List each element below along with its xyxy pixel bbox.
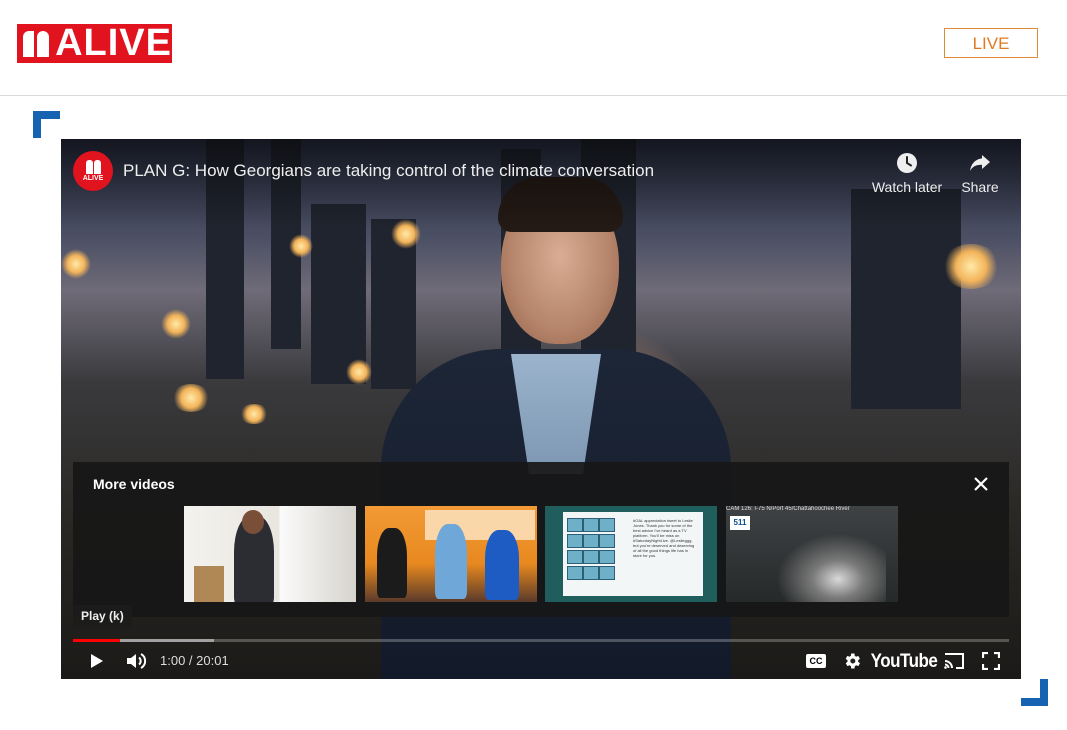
thumbnail-podium <box>194 566 224 602</box>
current-time: 1:00 <box>160 653 186 668</box>
thumbnail-grid-cell <box>567 550 583 564</box>
street-light <box>941 244 1001 289</box>
thumbnail-grid-cell <box>599 534 615 548</box>
corner-decoration-bottom-right <box>1021 679 1048 706</box>
watch-later-button[interactable]: Watch later <box>867 151 947 195</box>
street-light <box>161 309 191 339</box>
thumbnail-tweet-card: #OAL appreciation tweet to Leslie Jones.… <box>563 512 703 596</box>
captions-button[interactable]: CC <box>804 648 828 674</box>
thumbnail-camera-label: CAM 126: I-75 N/Port 45/Chattahoochee Ri… <box>726 506 850 512</box>
youtube-logo-button[interactable]: YouTube <box>871 648 938 674</box>
thumbnail-figure <box>485 530 519 600</box>
youtube-logo: YouTube <box>870 649 938 672</box>
thumbnail-grid-cell <box>583 550 599 564</box>
corner-decoration-top-left <box>33 111 60 138</box>
mute-button[interactable] <box>122 648 150 674</box>
street-light <box>346 359 372 385</box>
thumbnail-grid-cell <box>567 518 583 532</box>
close-icon[interactable] <box>969 472 993 496</box>
logo-mark-icon <box>21 28 53 59</box>
thumbnail-tweet-text: #OAL appreciation tweet to Leslie Jones.… <box>633 518 695 558</box>
progress-bar[interactable] <box>73 639 1009 642</box>
play-icon <box>91 654 103 668</box>
video-thumbnail[interactable]: CAM 126: I-75 N/Port 45/Chattahoochee Ri… <box>726 506 898 602</box>
thumbnail-grid-cell <box>599 518 615 532</box>
street-light <box>289 234 313 258</box>
more-videos-panel: More videos #OAL appreciation tweet to L… <box>73 462 1009 617</box>
channel-logo-mark-icon <box>84 159 102 174</box>
thumbnail-grid-cell <box>599 550 615 564</box>
thumbnail-511-logo: 511 <box>730 516 750 530</box>
cast-icon <box>944 653 964 669</box>
thumbnail-grid-cell <box>567 534 583 548</box>
thumbnail-figure <box>435 524 467 599</box>
thumbnail-traffic-lanes <box>766 526 886 602</box>
clock-icon <box>897 153 917 173</box>
thumbnail-figure-head <box>242 510 264 534</box>
video-title[interactable]: PLAN G: How Georgians are taking control… <box>123 161 654 181</box>
progress-played <box>73 639 120 642</box>
fullscreen-button[interactable] <box>979 648 1003 674</box>
thumbnail-grid-cell <box>583 518 599 532</box>
street-light <box>239 404 269 424</box>
live-button[interactable]: LIVE <box>944 28 1038 58</box>
thumbnail-grid-cell <box>599 566 615 580</box>
settings-icon <box>845 653 860 669</box>
video-thumbnail[interactable]: #OAL appreciation tweet to Leslie Jones.… <box>545 506 717 602</box>
watch-later-label: Watch later <box>871 179 943 195</box>
play-button[interactable] <box>83 648 109 674</box>
cast-button[interactable] <box>941 648 967 674</box>
thumbnail-grid-cell <box>583 534 599 548</box>
site-header: ALIVE LIVE <box>0 0 1067 96</box>
street-light <box>61 249 91 279</box>
thumbnail-grid-cell <box>583 566 599 580</box>
share-button[interactable]: Share <box>955 151 1005 195</box>
duration: 20:01 <box>196 653 229 668</box>
time-separator: / <box>185 653 197 668</box>
play-tooltip: Play (k) <box>73 605 132 627</box>
video-player[interactable]: ALIVE PLAN G: How Georgians are taking c… <box>61 139 1021 679</box>
video-thumbnail[interactable] <box>365 506 537 602</box>
settings-button[interactable] <box>840 648 864 674</box>
background-building <box>311 204 366 384</box>
site-logo[interactable]: ALIVE <box>17 24 172 63</box>
channel-logo-text: ALIVE <box>82 174 104 182</box>
thumbnail-figure <box>377 528 407 598</box>
fullscreen-icon <box>982 652 1000 670</box>
more-videos-title: More videos <box>93 476 175 492</box>
volume-icon <box>127 653 147 669</box>
control-bar: 1:00 / 20:01 CC YouTube <box>61 644 1021 679</box>
cc-icon: CC <box>806 654 826 668</box>
street-light <box>171 384 211 412</box>
thumbnail-grid-cell <box>567 566 583 580</box>
video-thumbnail[interactable] <box>184 506 356 602</box>
time-display: 1:00 / 20:01 <box>160 653 229 668</box>
channel-logo[interactable]: ALIVE <box>73 151 113 191</box>
share-label: Share <box>961 179 999 195</box>
share-icon <box>970 155 990 171</box>
logo-text: ALIVE <box>55 22 172 64</box>
